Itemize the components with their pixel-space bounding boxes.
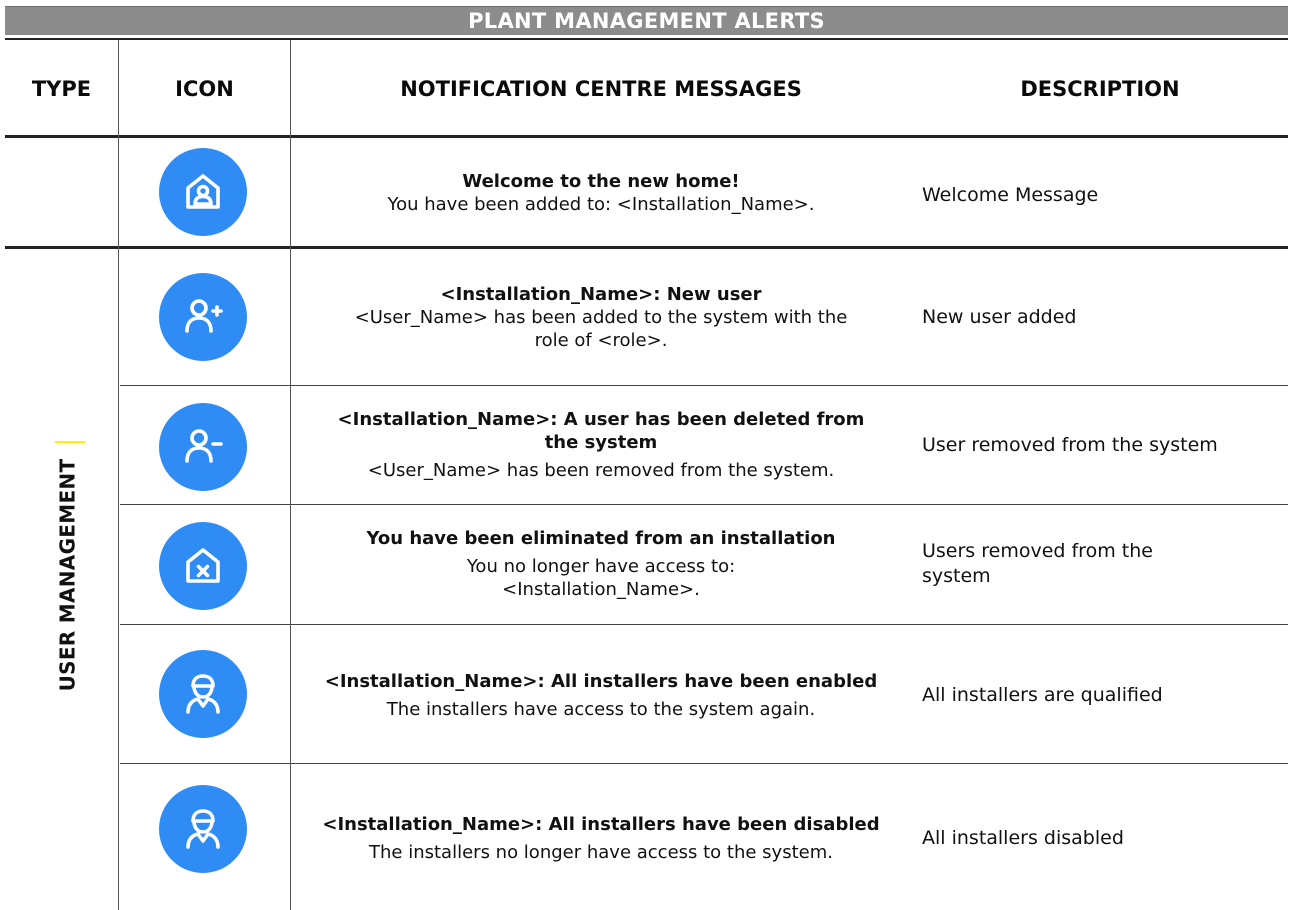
message-title: You have been eliminated from an install… [366,528,836,549]
user-remove-icon [159,403,247,491]
table-title-banner: PLANT MANAGEMENT ALERTS [5,6,1288,35]
message-cell: <Installation_Name>: New user <User_Name… [292,250,910,384]
highlight-mark [55,441,85,443]
home-remove-icon [159,522,247,610]
row-divider [120,624,1288,625]
message-cell: <Installation_Name>: All installers have… [292,766,910,910]
description-cell: Welcome Message [922,183,1099,206]
column-header-description: DESCRIPTION [1020,77,1180,101]
message-body: The installers have access to the system… [386,698,816,720]
section-label-text: USER MANAGEMENT [55,458,80,691]
column-header-messages: NOTIFICATION CENTRE MESSAGES [400,77,802,101]
description-cell: New user added [922,305,1077,328]
section-label: USER MANAGEMENT [17,458,117,691]
message-title: <Installation_Name>: All installers have… [324,670,878,692]
user-add-icon [159,273,247,361]
message-title: <Installation_Name>: New user [440,283,762,305]
home-user-icon [159,148,247,236]
message-title: Welcome to the new home! [462,171,740,192]
description-cell: User removed from the system [922,433,1218,456]
description-cell: All installers disabled [922,826,1124,849]
installer-icon [159,650,247,738]
message-body: You have been added to: <Installation_Na… [387,194,815,215]
message-cell: Welcome to the new home! You have been a… [292,140,910,246]
column-header-icon: ICON [175,77,234,101]
message-body: <User_Name> has been removed from the sy… [367,460,835,481]
message-cell: <Installation_Name>: A user has been del… [292,386,910,504]
message-body: You no longer have access to: <Installat… [466,556,736,600]
description-cell: All installers are qualified [922,683,1163,706]
message-title: <Installation_Name>: All installers have… [322,813,880,835]
message-cell: <Installation_Name>: All installers have… [292,626,910,764]
column-divider [290,40,291,910]
column-divider [118,40,119,910]
message-cell: You have been eliminated from an install… [292,505,910,623]
installer-icon [159,785,247,873]
message-body: <User_Name> has been added to the system… [354,306,848,351]
message-body: The installers no longer have access to … [369,841,833,863]
column-header-type: TYPE [31,77,92,101]
description-cell: Users removed from the system [922,540,1153,587]
message-title: <Installation_Name>: A user has been del… [337,409,865,453]
